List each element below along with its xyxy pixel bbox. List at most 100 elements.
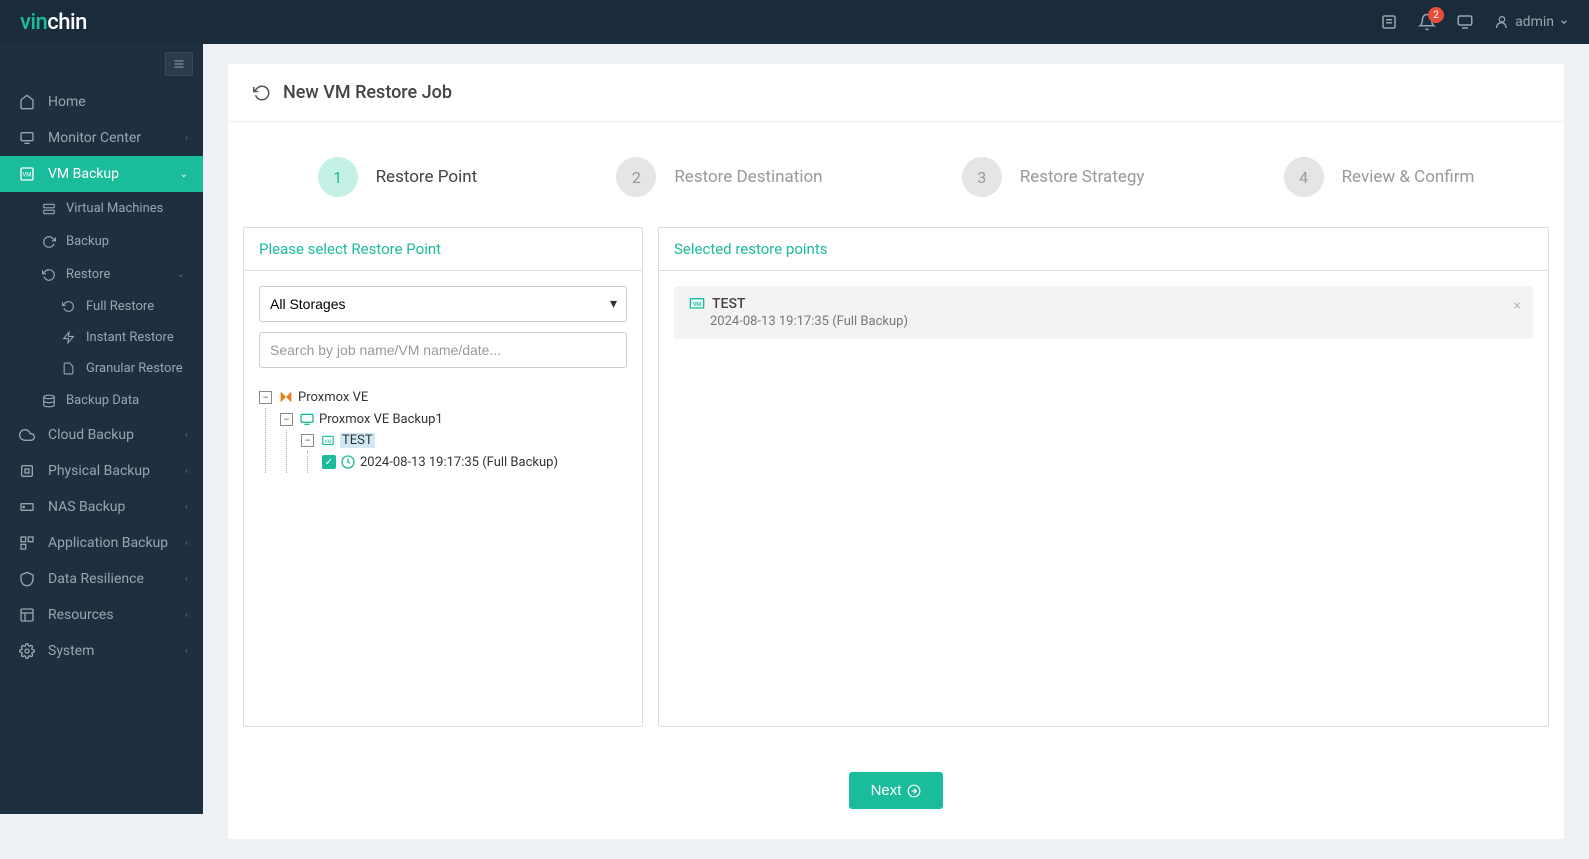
chevron-down-icon: ⌄ — [177, 269, 185, 280]
sidebar-sub-backup[interactable]: Backup — [0, 225, 203, 258]
step-num: 2 — [616, 157, 656, 197]
sidebar-subsub-full[interactable]: Full Restore — [0, 291, 203, 322]
topbar: vinchin 2 admin — [0, 0, 1589, 44]
step-4[interactable]: 4 Review & Confirm — [1284, 157, 1475, 197]
database-icon — [42, 394, 58, 408]
vm-badge-icon: VM — [688, 296, 706, 312]
sidebar-subsub-label: Full Restore — [86, 299, 154, 314]
sidebar-sub-label: Backup — [66, 234, 109, 249]
sidebar-item-physical[interactable]: Physical Backup ‹ — [0, 453, 203, 489]
sidebar-sub-label: Restore — [66, 267, 110, 282]
svg-text:VM: VM — [324, 438, 331, 444]
sidebar-label: Resources — [48, 607, 114, 623]
selected-name-text: TEST — [712, 296, 745, 312]
logo-part1: vin — [20, 10, 47, 35]
tree-node-point[interactable]: ✓ 2024-08-13 19:17:35 (Full Backup) — [322, 451, 627, 473]
sidebar-subsub-granular[interactable]: Granular Restore — [0, 353, 203, 384]
refresh-icon — [42, 235, 58, 249]
sidebar-label: Data Resilience — [48, 571, 144, 587]
sidebar-sub-restore[interactable]: Restore ⌄ — [0, 258, 203, 291]
tree-node-vm[interactable]: − VM TEST — [301, 430, 627, 451]
selected-item-name: VM TEST — [688, 296, 1519, 312]
step-2[interactable]: 2 Restore Destination — [616, 157, 822, 197]
panel-body: × VM TEST 2024-08-13 19:17:35 (Full Back… — [659, 271, 1548, 354]
tree-toggle-icon[interactable]: − — [280, 413, 293, 426]
sidebar: Home Monitor Center ‹ VM VM Backup ⌄ Vir… — [0, 44, 203, 814]
sidebar-item-resources[interactable]: Resources ‹ — [0, 597, 203, 633]
main: New VM Restore Job 1 Restore Point 2 Res… — [203, 44, 1589, 859]
list-icon[interactable] — [1380, 13, 1398, 31]
sidebar-subsub-label: Granular Restore — [86, 361, 183, 376]
sidebar-label: Home — [48, 94, 86, 110]
storage-select-wrap: All Storages ▾ — [259, 286, 627, 322]
vm-icon: VM — [18, 166, 36, 182]
panel-restore-point: Please select Restore Point All Storages… — [243, 227, 643, 727]
search-input[interactable] — [259, 332, 627, 368]
server-icon — [42, 202, 58, 216]
step-1[interactable]: 1 Restore Point — [318, 157, 478, 197]
panel-header: Please select Restore Point — [244, 228, 642, 271]
step-num: 1 — [318, 157, 358, 197]
storage-select[interactable]: All Storages — [259, 286, 627, 322]
step-num: 4 — [1284, 157, 1324, 197]
topbar-right: 2 admin — [1380, 13, 1569, 31]
chevron-icon: ‹ — [185, 646, 188, 657]
file-icon — [62, 362, 78, 375]
step-label: Review & Confirm — [1342, 167, 1475, 187]
user-name: admin — [1515, 14, 1554, 30]
next-button[interactable]: Next — [849, 772, 944, 809]
sidebar-subsub-instant[interactable]: Instant Restore — [0, 322, 203, 353]
page-title: New VM Restore Job — [283, 82, 452, 103]
sidebar-sub-backupdata[interactable]: Backup Data — [0, 384, 203, 417]
sidebar-item-monitor[interactable]: Monitor Center ‹ — [0, 120, 203, 156]
tree-label: Proxmox VE — [298, 390, 368, 405]
sidebar-subsub-label: Instant Restore — [86, 330, 174, 345]
tree-node-job[interactable]: − Proxmox VE Backup1 — [280, 408, 627, 430]
selected-item: × VM TEST 2024-08-13 19:17:35 (Full Back… — [674, 286, 1533, 339]
restore-icon — [42, 268, 58, 282]
notif-badge: 2 — [1428, 7, 1444, 23]
sidebar-sub-vms[interactable]: Virtual Machines — [0, 192, 203, 225]
sidebar-item-cloud[interactable]: Cloud Backup ‹ — [0, 417, 203, 453]
sidebar-label: System — [48, 643, 94, 659]
restore-header-icon — [253, 84, 271, 102]
sidebar-item-datares[interactable]: Data Resilience ‹ — [0, 561, 203, 597]
sidebar-label: Physical Backup — [48, 463, 150, 479]
sidebar-item-app[interactable]: Application Backup ‹ — [0, 525, 203, 561]
logo-part2: chin — [47, 10, 87, 35]
tree-toggle-icon[interactable]: − — [301, 434, 314, 447]
sidebar-sub-label: Virtual Machines — [66, 201, 163, 216]
arrow-right-circle-icon — [907, 784, 921, 798]
tree-node-root[interactable]: − Proxmox VE — [259, 386, 627, 408]
sidebar-item-vmbackup[interactable]: VM VM Backup ⌄ — [0, 156, 203, 192]
sidebar-label: NAS Backup — [48, 499, 125, 515]
sidebar-item-system[interactable]: System ‹ — [0, 633, 203, 669]
chevron-icon: ‹ — [185, 430, 188, 441]
panels: Please select Restore Point All Storages… — [228, 227, 1564, 747]
bell-icon[interactable]: 2 — [1418, 13, 1436, 31]
sidebar-toggle-button[interactable] — [165, 52, 193, 76]
page-card: New VM Restore Job 1 Restore Point 2 Res… — [228, 64, 1564, 839]
clock-icon — [340, 454, 356, 470]
user-menu[interactable]: admin — [1494, 14, 1569, 30]
sidebar-label: Cloud Backup — [48, 427, 134, 443]
selected-item-detail: 2024-08-13 19:17:35 (Full Backup) — [688, 314, 1519, 329]
vm-small-icon: VM — [320, 434, 336, 448]
monitor-icon[interactable] — [1456, 13, 1474, 31]
monitor-center-icon — [18, 130, 36, 146]
resources-icon — [18, 607, 36, 623]
sidebar-item-nas[interactable]: NAS Backup ‹ — [0, 489, 203, 525]
sidebar-label: VM Backup — [48, 166, 119, 182]
step-3[interactable]: 3 Restore Strategy — [962, 157, 1145, 197]
tree-toggle-icon[interactable]: − — [259, 391, 272, 404]
tree-label: Proxmox VE Backup1 — [319, 412, 443, 427]
close-icon[interactable]: × — [1514, 298, 1521, 314]
checkbox-checked-icon[interactable]: ✓ — [322, 455, 336, 469]
job-icon — [299, 411, 315, 427]
chevron-down-icon — [1559, 17, 1569, 27]
sidebar-label: Monitor Center — [48, 130, 141, 146]
steps: 1 Restore Point 2 Restore Destination 3 … — [228, 122, 1564, 227]
sidebar-item-home[interactable]: Home — [0, 84, 203, 120]
chevron-icon: ‹ — [185, 574, 188, 585]
bolt-icon — [62, 331, 78, 344]
